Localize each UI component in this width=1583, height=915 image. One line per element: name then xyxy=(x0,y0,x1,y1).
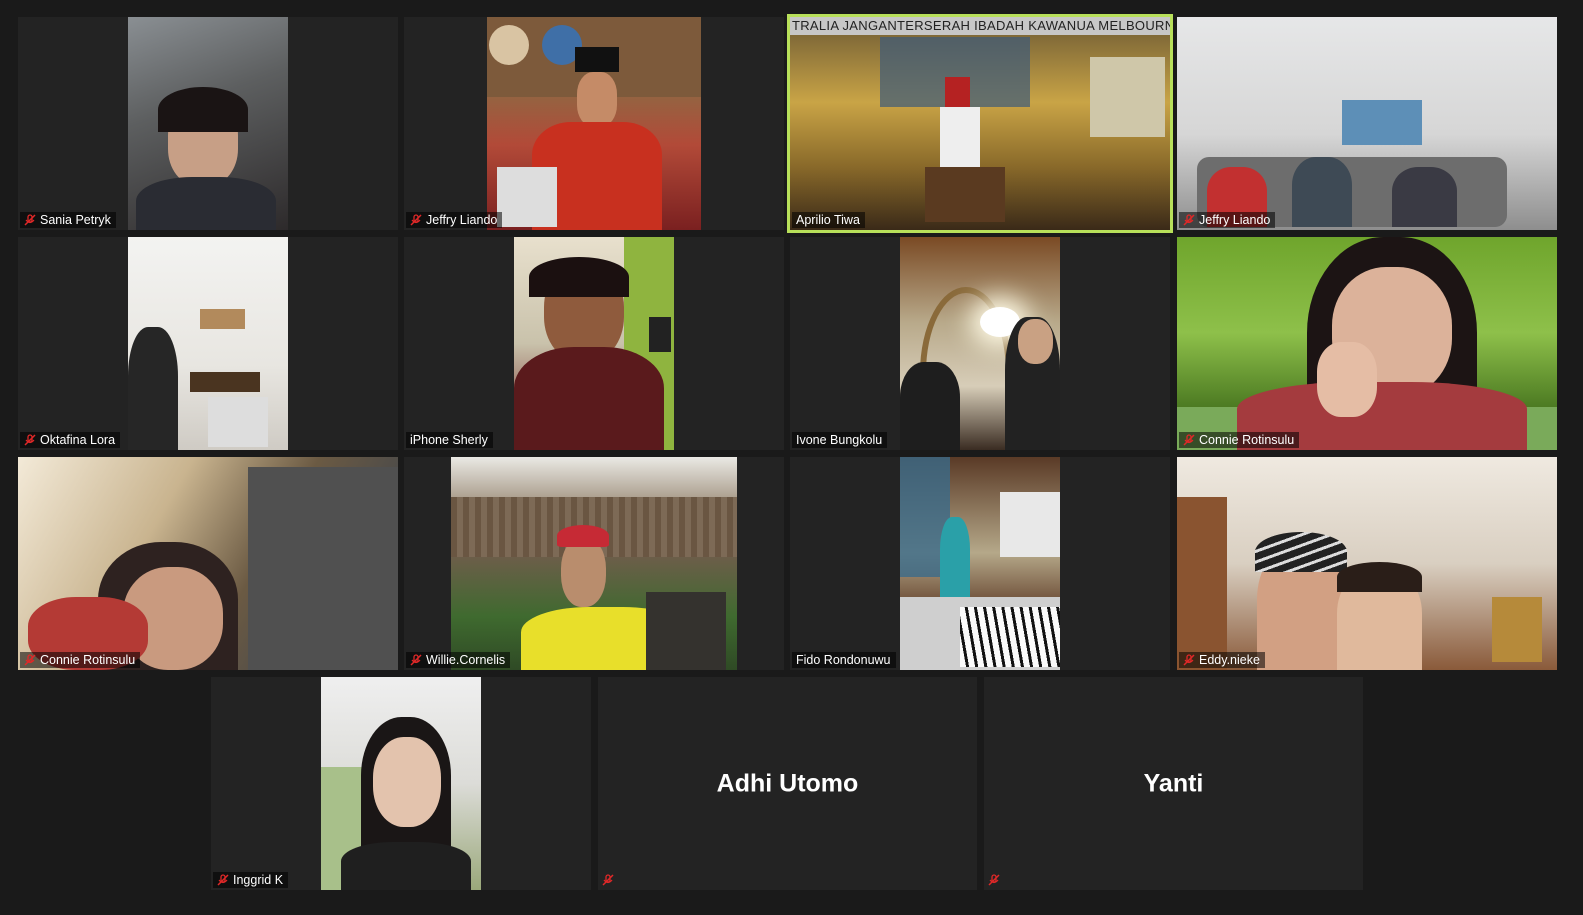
participant-name-tag: Jeffry Liando xyxy=(406,212,503,228)
microphone-muted-icon xyxy=(410,214,422,226)
participant-video xyxy=(790,17,1170,230)
participant-name-tag: Fido Rondonuwu xyxy=(792,652,896,668)
video-tile-aprilio-tiwa[interactable]: TRALIA JANGANTERSERAH IBADAH KAWANUA MEL… xyxy=(787,14,1173,233)
video-tile-iphone-sherly[interactable]: iPhone Sherly xyxy=(404,237,784,450)
microphone-muted-icon xyxy=(988,874,1000,886)
participant-name: Sania Petryk xyxy=(40,213,111,227)
video-tile-willie-cornelis[interactable]: Willie.Cornelis xyxy=(404,457,784,670)
participant-video xyxy=(451,457,737,670)
participant-name: Oktafina Lora xyxy=(40,433,116,447)
participant-name: Ivone Bungkolu xyxy=(796,433,883,447)
participant-name: Aprilio Tiwa xyxy=(796,213,860,227)
video-tile-oktafina-lora[interactable]: Oktafina Lora xyxy=(18,237,398,450)
participant-name-tag: Sania Petryk xyxy=(20,212,116,228)
video-tile-ivone-bungkolu[interactable]: Ivone Bungkolu xyxy=(790,237,1170,450)
participant-name-tag: Ivone Bungkolu xyxy=(792,432,888,448)
participant-name: Fido Rondonuwu xyxy=(796,653,891,667)
microphone-muted-icon xyxy=(24,654,36,666)
participant-name: Inggrid K xyxy=(233,873,284,887)
participant-name: Jeffry Liando xyxy=(426,213,498,227)
participant-video xyxy=(900,237,1060,450)
video-tile-fido-rondonuwu[interactable]: Fido Rondonuwu xyxy=(790,457,1170,670)
microphone-muted-icon xyxy=(602,874,614,886)
participant-name-tag: Oktafina Lora xyxy=(20,432,121,448)
participant-video xyxy=(18,457,398,670)
participant-name: Eddy.nieke xyxy=(1199,653,1260,667)
participant-name-tag: Aprilio Tiwa xyxy=(792,212,865,228)
participant-name: iPhone Sherly xyxy=(410,433,488,447)
participant-video xyxy=(1177,237,1557,450)
participant-name-large: Adhi Utomo xyxy=(716,769,859,797)
participant-name-tag: Willie.Cornelis xyxy=(406,652,511,668)
participant-video xyxy=(128,237,288,450)
video-tile-yanti[interactable]: Yanti xyxy=(984,677,1363,890)
participant-video xyxy=(1177,457,1557,670)
participant-video xyxy=(514,237,674,450)
microphone-muted-icon xyxy=(24,214,36,226)
participant-name-large: Yanti xyxy=(1143,769,1204,797)
microphone-muted-icon xyxy=(24,434,36,446)
participant-name: Connie Rotinsulu xyxy=(40,653,136,667)
video-tile-inggrid-k[interactable]: Inggrid K xyxy=(211,677,591,890)
video-tile-jeffry-liando-2[interactable]: Jeffry Liando xyxy=(1177,17,1557,230)
participant-name: Connie Rotinsulu xyxy=(1199,433,1295,447)
participant-name-tag: Connie Rotinsulu xyxy=(20,652,141,668)
video-tile-eddy-nieke[interactable]: Eddy.nieke xyxy=(1177,457,1557,670)
broadcast-banner: TRALIA JANGANTERSERAH IBADAH KAWANUA MEL… xyxy=(790,17,1170,35)
microphone-muted-icon xyxy=(217,874,229,886)
video-tile-jeffry-liando[interactable]: Jeffry Liando xyxy=(404,17,784,230)
participant-name-tag: Inggrid K xyxy=(213,872,289,888)
participant-name-tag: Eddy.nieke xyxy=(1179,652,1265,668)
video-tile-connie-rotinsulu-2[interactable]: Connie Rotinsulu xyxy=(18,457,398,670)
microphone-muted-icon xyxy=(1183,654,1195,666)
participant-name: Jeffry Liando xyxy=(1199,213,1271,227)
participant-video xyxy=(487,17,701,230)
participant-name: Willie.Cornelis xyxy=(426,653,506,667)
video-tile-sania-petryk[interactable]: Sania Petryk xyxy=(18,17,398,230)
video-tile-adhi-utomo[interactable]: Adhi Utomo xyxy=(598,677,977,890)
microphone-muted-icon xyxy=(1183,434,1195,446)
microphone-muted-icon xyxy=(410,654,422,666)
video-tile-connie-rotinsulu[interactable]: Connie Rotinsulu xyxy=(1177,237,1557,450)
participant-video xyxy=(321,677,481,890)
participant-video xyxy=(128,17,288,230)
participant-name-tag: Jeffry Liando xyxy=(1179,212,1276,228)
microphone-muted-icon xyxy=(1183,214,1195,226)
participant-video xyxy=(1177,17,1557,230)
participant-name-tag: iPhone Sherly xyxy=(406,432,493,448)
participant-name-tag: Connie Rotinsulu xyxy=(1179,432,1300,448)
participant-video xyxy=(900,457,1060,670)
